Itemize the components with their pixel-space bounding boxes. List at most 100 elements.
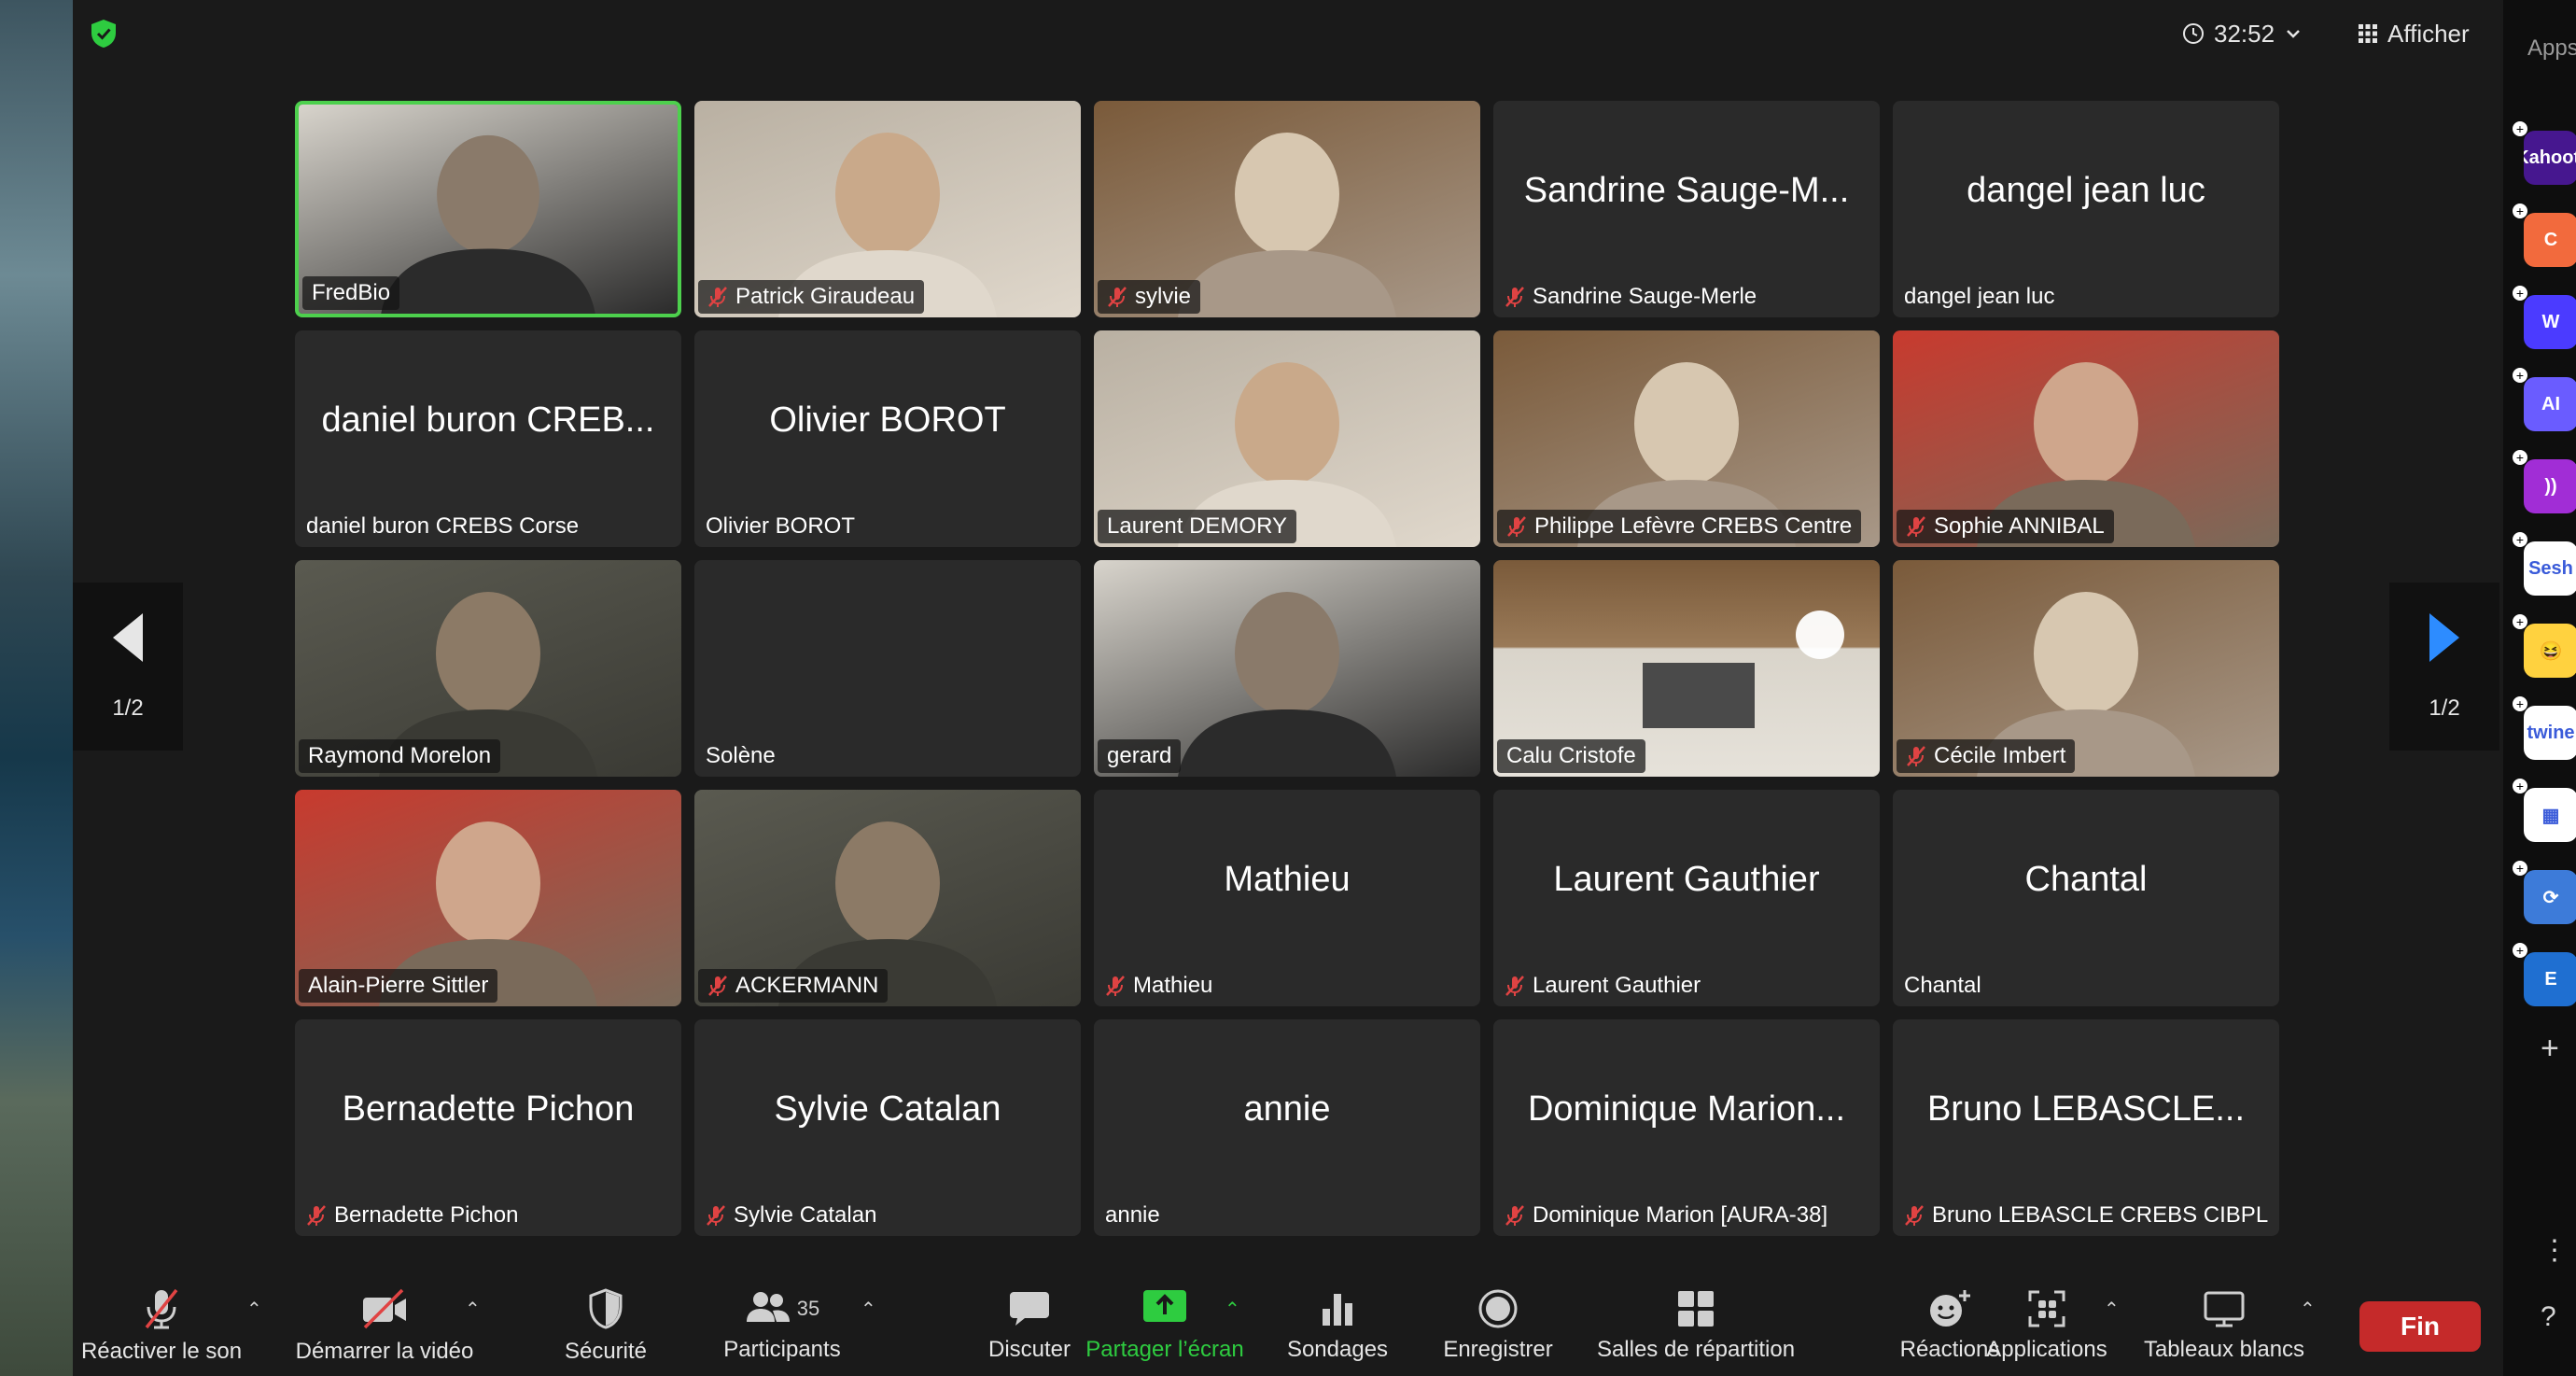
participant-display-name: Bernadette Pichon (342, 1088, 635, 1129)
unmute-button[interactable]: Réactiver le son (81, 1275, 242, 1376)
share-screen-button[interactable]: Partager l’écran (1075, 1275, 1254, 1376)
app-icon-text: E (2544, 968, 2557, 990)
app-icon-text: Sesh (2528, 557, 2573, 579)
participant-name: Bruno LEBASCLE CREBS CIBPL (1932, 1202, 2269, 1228)
participant-tile[interactable]: Olivier BOROT Olivier BOROT (694, 330, 1081, 547)
page-indicator-left: 1/2 (112, 695, 144, 721)
reactions-options-caret-icon[interactable]: ⌃ (1943, 1298, 1959, 1321)
view-button[interactable]: Afficher (2358, 15, 2470, 52)
share-options-caret-icon[interactable]: ⌃ (1225, 1298, 1240, 1321)
participant-name-label: Cécile Imbert (1897, 739, 2076, 773)
participant-tile[interactable]: Patrick Giraudeau (694, 101, 1081, 317)
participant-name-label: Bruno LEBASCLE CREBS CIBPL (1897, 1199, 2277, 1232)
participant-display-name: dangel jean luc (1967, 170, 2205, 210)
participant-tile[interactable]: Dominique Marion... Dominique Marion [AUR… (1493, 1019, 1880, 1236)
participant-tile[interactable]: daniel buron CREB... daniel buron CREBS C… (295, 330, 681, 547)
timer-value: 32:52 (2214, 19, 2275, 48)
record-label: Enregistrer (1443, 1337, 1553, 1362)
participant-tile[interactable]: Sandrine Sauge-M... Sandrine Sauge-Merle (1493, 101, 1880, 317)
participant-name: Laurent DEMORY (1107, 513, 1287, 539)
app-icon[interactable]: ▦ (2524, 788, 2576, 842)
microphone-muted-icon (708, 287, 727, 307)
participant-name: ACKERMANN (735, 973, 879, 998)
participants-count: 35 (796, 1297, 820, 1320)
participant-tile[interactable]: gerard (1094, 560, 1480, 777)
participant-tile[interactable]: Philippe Lefèvre CREBS Centre (1493, 330, 1880, 547)
app-icon[interactable]: C (2524, 213, 2576, 267)
whiteboards-button[interactable]: Tableaux blancs (2135, 1275, 2313, 1376)
participant-tile[interactable]: Cécile Imbert (1893, 560, 2279, 777)
help-icon[interactable]: ? (2541, 1301, 2556, 1333)
apps-button[interactable]: Applications (1977, 1275, 2117, 1376)
app-icon[interactable]: )) (2524, 459, 2576, 513)
encryption-shield-icon[interactable] (90, 19, 118, 49)
participant-display-name: daniel buron CREB... (321, 400, 655, 440)
record-button[interactable]: Enregistrer (1428, 1275, 1568, 1376)
app-icon[interactable]: AI (2524, 377, 2576, 431)
participant-name-label: Chantal (1897, 969, 1991, 1003)
participant-tile[interactable]: Bruno LEBASCLE... Bruno LEBASCLE CREBS CI… (1893, 1019, 2279, 1236)
grid-view-icon (2359, 24, 2377, 43)
app-icon[interactable]: ⟳ (2524, 870, 2576, 924)
participant-display-name: Olivier BOROT (769, 400, 1006, 440)
microphone-muted-icon (1907, 516, 1925, 537)
more-options-icon[interactable]: ⋮ (2541, 1234, 2569, 1267)
shield-icon (589, 1288, 623, 1329)
polls-button[interactable]: Sondages (1277, 1275, 1398, 1376)
participant-tile[interactable]: Mathieu Mathieu (1094, 790, 1480, 1006)
microphone-muted-icon (1108, 287, 1127, 307)
participants-button[interactable]: 35 Participants (707, 1275, 857, 1376)
arrow-left-icon (113, 613, 143, 662)
security-button[interactable]: Sécurité (545, 1275, 666, 1376)
app-icon[interactable]: Kahoot! (2524, 131, 2576, 185)
participant-tile[interactable]: Chantal Chantal (1893, 790, 2279, 1006)
chat-button[interactable]: Discuter (969, 1275, 1090, 1376)
participant-tile[interactable]: Laurent DEMORY (1094, 330, 1480, 547)
chat-options-caret-icon[interactable]: ⌃ (1025, 1298, 1041, 1321)
participant-name: Chantal (1904, 973, 1981, 998)
participant-tile[interactable]: Solène (694, 560, 1081, 777)
add-app-icon[interactable]: + (2541, 1031, 2559, 1067)
start-video-button[interactable]: Démarrer la vidéo (293, 1275, 476, 1376)
participant-tile[interactable]: ACKERMANN (694, 790, 1081, 1006)
participant-tile[interactable]: Sophie ANNIBAL (1893, 330, 2279, 547)
participant-tile[interactable]: annie annie (1094, 1019, 1480, 1236)
apps-options-caret-icon[interactable]: ⌃ (2104, 1298, 2120, 1321)
app-icon[interactable]: E (2524, 952, 2576, 1006)
app-icon-text: ▦ (2541, 805, 2560, 826)
video-options-caret-icon[interactable]: ⌃ (465, 1298, 481, 1321)
participant-tile[interactable]: FredBio (295, 101, 681, 317)
participants-label: Participants (723, 1337, 841, 1362)
end-meeting-button[interactable]: Fin (2359, 1301, 2481, 1352)
participant-tile[interactable]: Sylvie Catalan Sylvie Catalan (694, 1019, 1081, 1236)
participant-tile[interactable]: Laurent Gauthier Laurent Gauthier (1493, 790, 1880, 1006)
participant-display-name: Chantal (2024, 859, 2148, 899)
participant-tile[interactable]: Raymond Morelon (295, 560, 681, 777)
app-icon[interactable]: Sesh (2524, 541, 2576, 596)
previous-page-button[interactable]: 1/2 (73, 583, 183, 751)
app-icon[interactable]: twine (2524, 706, 2576, 760)
audio-options-caret-icon[interactable]: ⌃ (246, 1298, 262, 1321)
participant-tile[interactable]: Alain-Pierre Sittler (295, 790, 681, 1006)
participant-name: Philippe Lefèvre CREBS Centre (1534, 513, 1853, 539)
desktop-background (0, 0, 73, 1376)
app-icon[interactable]: W (2524, 295, 2576, 349)
next-page-button[interactable]: 1/2 (2389, 583, 2499, 751)
participant-tile[interactable]: Bernadette Pichon Bernadette Pichon (295, 1019, 681, 1236)
participants-options-caret-icon[interactable]: ⌃ (861, 1298, 876, 1321)
participant-name-label: Sandrine Sauge-Merle (1497, 280, 1766, 314)
app-icon[interactable]: 😆 (2524, 624, 2576, 678)
meeting-timer[interactable]: 32:52 (2182, 15, 2303, 52)
top-bar: 32:52 Afficher (73, 0, 2503, 67)
clock-icon (2183, 23, 2204, 44)
breakout-rooms-button[interactable]: Salles de répartition (1579, 1275, 1813, 1376)
app-icon-text: ⟳ (2542, 887, 2559, 908)
participant-tile[interactable]: Calu Cristofe (1493, 560, 1880, 777)
whiteboards-options-caret-icon[interactable]: ⌃ (2300, 1298, 2316, 1321)
participant-tile[interactable]: dangel jean luc dangel jean luc (1893, 101, 2279, 317)
microphone-muted-icon (1505, 287, 1524, 307)
participant-tile[interactable]: sylvie (1094, 101, 1480, 317)
participant-name-label: Olivier BOROT (698, 510, 864, 543)
participant-name: Olivier BOROT (706, 513, 856, 539)
gallery-grid: FredBio Patrick Giraudeau sylvie Sandrine S… (295, 101, 2356, 1240)
